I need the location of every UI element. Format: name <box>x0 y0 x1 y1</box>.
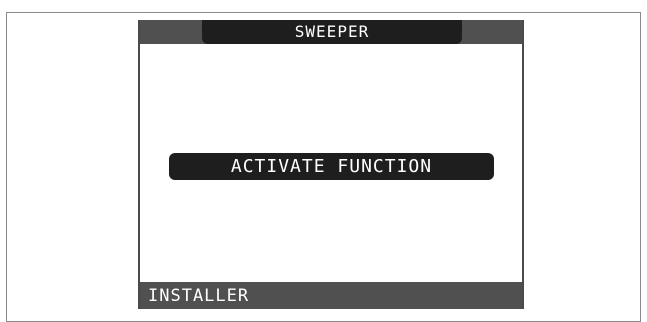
device-display: SWEEPER ACTIVATE FUNCTION INSTALLER <box>138 20 524 309</box>
installer-footer: INSTALLER <box>140 282 522 309</box>
top-bar: SWEEPER <box>140 20 522 44</box>
screen-title: SWEEPER <box>202 20 462 44</box>
activate-function-button[interactable]: ACTIVATE FUNCTION <box>169 153 494 180</box>
